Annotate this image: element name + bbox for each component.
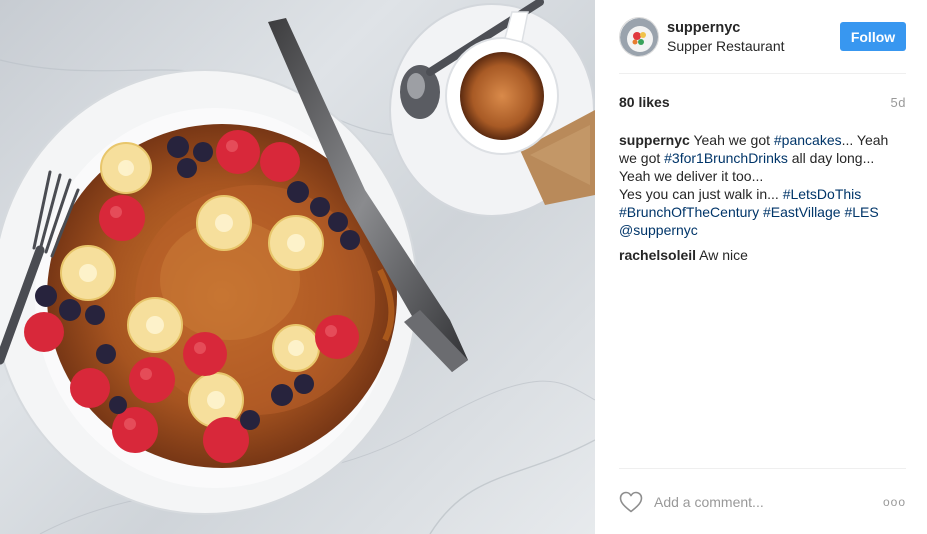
caption-segment: Yeah we got <box>689 132 774 148</box>
username-link[interactable]: suppernyc <box>667 19 840 37</box>
hashtag-link[interactable]: #EastVillage <box>763 204 841 220</box>
hashtag-link[interactable]: #LetsDoThis <box>783 186 862 202</box>
comment-text: Aw nice <box>696 247 748 263</box>
comment-input[interactable] <box>654 493 883 510</box>
ellipsis-icon[interactable]: ooo <box>883 495 906 509</box>
post-header: suppernyc Supper Restaurant Follow <box>619 0 906 74</box>
follow-button[interactable]: Follow <box>840 22 906 51</box>
hashtag-link[interactable]: @suppernyc <box>619 222 698 238</box>
location-link[interactable]: Supper Restaurant <box>667 37 840 55</box>
post-side-panel: suppernyc Supper Restaurant Follow 80 li… <box>595 0 927 534</box>
hashtag-link[interactable]: #BrunchOfTheCentury <box>619 204 759 220</box>
caption-segment: Yes you can just walk in... <box>619 186 783 202</box>
account-info: suppernyc Supper Restaurant <box>667 19 840 55</box>
avatar[interactable] <box>619 16 659 57</box>
pancake-brunch-photo <box>0 0 595 534</box>
instagram-post: suppernyc Supper Restaurant Follow 80 li… <box>0 0 927 534</box>
hashtag-link[interactable]: #3for1BrunchDrinks <box>664 150 788 166</box>
post-time[interactable]: 5d <box>891 95 906 110</box>
post-meta: 80 likes 5d <box>619 92 906 112</box>
post-photo[interactable] <box>0 0 595 534</box>
likes-count[interactable]: 80 likes <box>619 94 670 110</box>
hashtag-link[interactable]: #LES <box>844 204 878 220</box>
comment-username[interactable]: rachelsoleil <box>619 247 696 263</box>
heart-outline-icon[interactable] <box>619 491 643 513</box>
caption-username[interactable]: suppernyc <box>619 132 690 148</box>
post-footer: ooo <box>619 468 906 534</box>
post-caption: suppernyc Yeah we got #pancakes... Yeah … <box>619 131 907 239</box>
hashtag-link[interactable]: #pancakes <box>774 132 842 148</box>
comment-item: rachelsoleil Aw nice <box>619 246 907 264</box>
avatar-image <box>620 17 658 56</box>
